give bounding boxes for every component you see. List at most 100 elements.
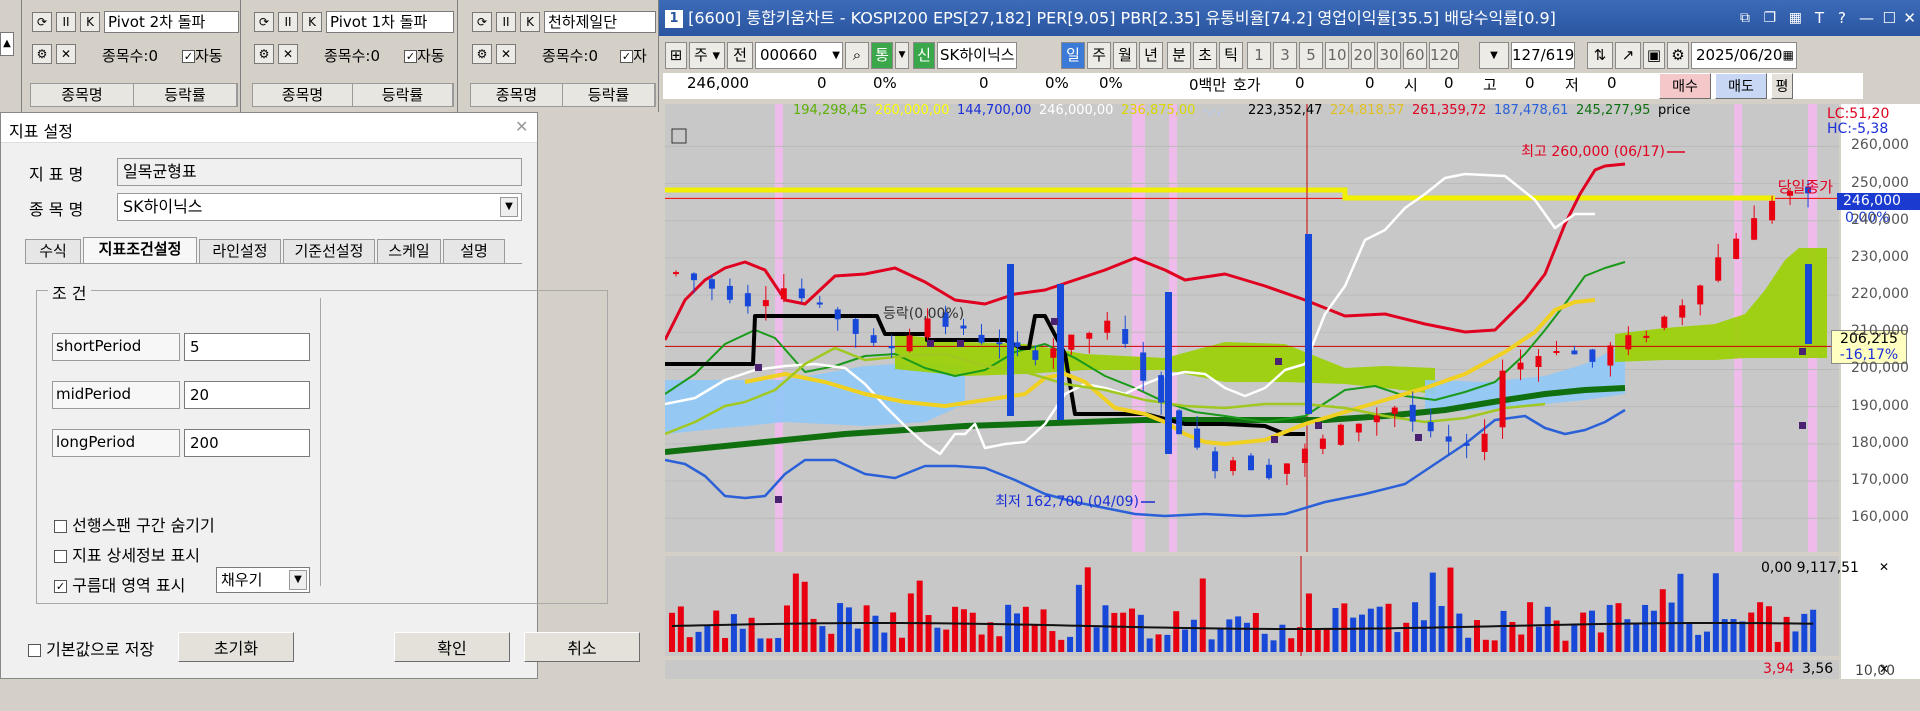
stock-name-display[interactable]: SK하이닉스 xyxy=(937,42,1017,69)
period-tick[interactable]: 틱 xyxy=(1219,42,1243,69)
period-type-select[interactable]: 주 ▾ xyxy=(689,42,725,69)
sub-close-icon[interactable]: ✕ xyxy=(1879,662,1889,676)
text-icon[interactable]: T xyxy=(1815,0,1824,36)
high-annotation: 최고 260,000 (06/17) xyxy=(1521,144,1665,160)
gear-icon[interactable]: ⚙ xyxy=(254,44,274,64)
compare-icon[interactable]: ⇅ xyxy=(1587,42,1613,69)
k-icon[interactable]: K xyxy=(520,12,540,32)
option-hide-span[interactable]: 선행스팬 구간 숨기기 xyxy=(54,512,215,536)
copy-icon[interactable]: ❐ xyxy=(1763,0,1776,36)
integrated-button[interactable]: 통 xyxy=(871,42,893,69)
scanner-name[interactable]: 천하제일단 xyxy=(544,11,656,33)
reset-button[interactable]: 초기화 xyxy=(178,632,294,662)
tab-condition[interactable]: 지표조건설정 xyxy=(83,237,197,263)
buy-button[interactable]: 매수 xyxy=(1659,73,1711,99)
fill-select[interactable]: 채우기 ▼ xyxy=(216,567,310,593)
price-chart-svg: 194,298,45 260,000,00 144,700,00 246,000,00… xyxy=(665,104,1839,552)
refresh-icon[interactable]: ⟳ xyxy=(254,12,274,32)
tab-baseline[interactable]: 기준선설정 xyxy=(283,239,375,263)
candle-body xyxy=(1176,410,1183,435)
interval-3[interactable]: 3 xyxy=(1273,42,1297,69)
grid-icon[interactable]: ▦ xyxy=(1789,0,1802,36)
interval-30[interactable]: 30 xyxy=(1377,42,1401,69)
scanner-name[interactable]: Pivot 1차 돌파 xyxy=(326,11,454,33)
chart-menu-icon[interactable]: ⊞ xyxy=(665,42,687,69)
chevron-down-icon[interactable]: ▼ xyxy=(895,42,909,69)
interval-1[interactable]: 1 xyxy=(1247,42,1271,69)
pause-icon[interactable]: II xyxy=(56,12,76,32)
price-plot[interactable]: 194,298,45 260,000,00 144,700,00 246,000,00… xyxy=(665,104,1839,552)
sell-button[interactable]: 매도 xyxy=(1715,73,1767,99)
param-input-long[interactable]: 200 xyxy=(184,429,310,457)
chevron-down-icon[interactable]: ▼ xyxy=(289,570,307,590)
stock-select[interactable]: SK하이닉스 ▼ xyxy=(117,193,522,221)
interval-10[interactable]: 10 xyxy=(1325,42,1349,69)
close-icon[interactable]: ✕ xyxy=(278,44,298,64)
search-icon[interactable]: ⌕ xyxy=(845,42,869,69)
volume-bar xyxy=(1075,584,1082,652)
period-monthly[interactable]: 월 xyxy=(1113,42,1137,69)
gear-icon[interactable]: ⚙ xyxy=(32,44,52,64)
close-icon[interactable]: ✕ xyxy=(496,44,516,64)
param-input-mid[interactable]: 20 xyxy=(184,381,310,409)
close-icon[interactable]: ✕ xyxy=(56,44,76,64)
scanner-name[interactable]: Pivot 2차 돌파 xyxy=(104,11,239,33)
option-detail-info[interactable]: 지표 상세정보 표시 xyxy=(54,542,200,566)
interval-5[interactable]: 5 xyxy=(1299,42,1323,69)
pause-icon[interactable]: II xyxy=(278,12,298,32)
stock-code-input[interactable]: 000660 ▼ xyxy=(755,42,843,69)
cancel-button[interactable]: 취소 xyxy=(524,632,640,662)
auto-checkbox[interactable]: ✓ 자동 xyxy=(404,45,445,66)
layout-icon[interactable]: ⧉ xyxy=(1740,0,1750,36)
checkbox-icon[interactable] xyxy=(28,644,41,657)
option-cloud-area[interactable]: ✓ 구름대 영역 표시 xyxy=(54,572,185,596)
gear-icon[interactable]: ⚙ xyxy=(472,44,492,64)
save-icon[interactable]: ▣ xyxy=(1643,42,1665,69)
trend-icon[interactable]: ↗ xyxy=(1615,42,1641,69)
period-yearly[interactable]: 년 xyxy=(1139,42,1163,69)
minimize-icon[interactable]: — xyxy=(1859,0,1874,36)
calendar-icon[interactable]: ▦ xyxy=(1783,43,1794,68)
checkbox-checked-icon[interactable]: ✓ xyxy=(54,580,67,593)
refresh-icon[interactable]: ⟳ xyxy=(32,12,52,32)
k-icon[interactable]: K xyxy=(302,12,322,32)
checkbox-icon[interactable] xyxy=(54,520,67,533)
tab-formula[interactable]: 수식 xyxy=(25,239,81,263)
chevron-down-icon[interactable]: ▼ xyxy=(500,197,518,217)
volume-bar xyxy=(1783,616,1790,652)
volume-bar xyxy=(1597,632,1604,652)
maximize-icon[interactable]: ☐ xyxy=(1883,0,1896,36)
tab-line[interactable]: 라인설정 xyxy=(199,239,281,263)
checkbox-icon[interactable] xyxy=(54,550,67,563)
period-minute[interactable]: 분 xyxy=(1167,42,1191,69)
period-second[interactable]: 초 xyxy=(1193,42,1217,69)
average-button[interactable]: 평 xyxy=(1771,73,1793,99)
chevron-down-icon[interactable]: ▼ xyxy=(1479,42,1509,69)
interval-120[interactable]: 120 xyxy=(1429,42,1459,69)
volume-plot[interactable] xyxy=(665,556,1839,656)
all-button[interactable]: 전 xyxy=(727,42,753,69)
scroll-up-icon[interactable]: ▲ xyxy=(0,32,14,56)
refresh-icon[interactable]: ⟳ xyxy=(472,12,492,32)
close-icon[interactable]: ✕ xyxy=(1903,0,1916,36)
interval-20[interactable]: 20 xyxy=(1351,42,1375,69)
k-icon[interactable]: K xyxy=(80,12,100,32)
tab-description[interactable]: 설명 xyxy=(443,239,505,263)
period-daily[interactable]: 일 xyxy=(1061,42,1085,69)
auto-checkbox[interactable]: ✓ 자 xyxy=(620,45,647,66)
interval-60[interactable]: 60 xyxy=(1403,42,1427,69)
auto-checkbox[interactable]: ✓ 자동 xyxy=(182,45,223,66)
tab-scale[interactable]: 스케일 xyxy=(377,239,441,263)
credit-button[interactable]: 신 xyxy=(913,42,935,69)
period-weekly[interactable]: 주 xyxy=(1087,42,1111,69)
help-icon[interactable]: ? xyxy=(1838,0,1846,36)
save-default-checkbox[interactable]: 기본값으로 저장 xyxy=(28,636,154,660)
ok-button[interactable]: 확인 xyxy=(394,632,510,662)
chevron-down-icon[interactable]: ▼ xyxy=(832,43,840,68)
gear-icon[interactable]: ⚙ xyxy=(1667,42,1689,69)
param-input-short[interactable]: 5 xyxy=(184,333,310,361)
pause-icon[interactable]: II xyxy=(496,12,516,32)
close-icon[interactable]: ✕ xyxy=(515,117,528,136)
date-input[interactable]: 2025/06/20 ▦ xyxy=(1691,42,1797,69)
volume-close-icon[interactable]: ✕ xyxy=(1879,560,1889,574)
